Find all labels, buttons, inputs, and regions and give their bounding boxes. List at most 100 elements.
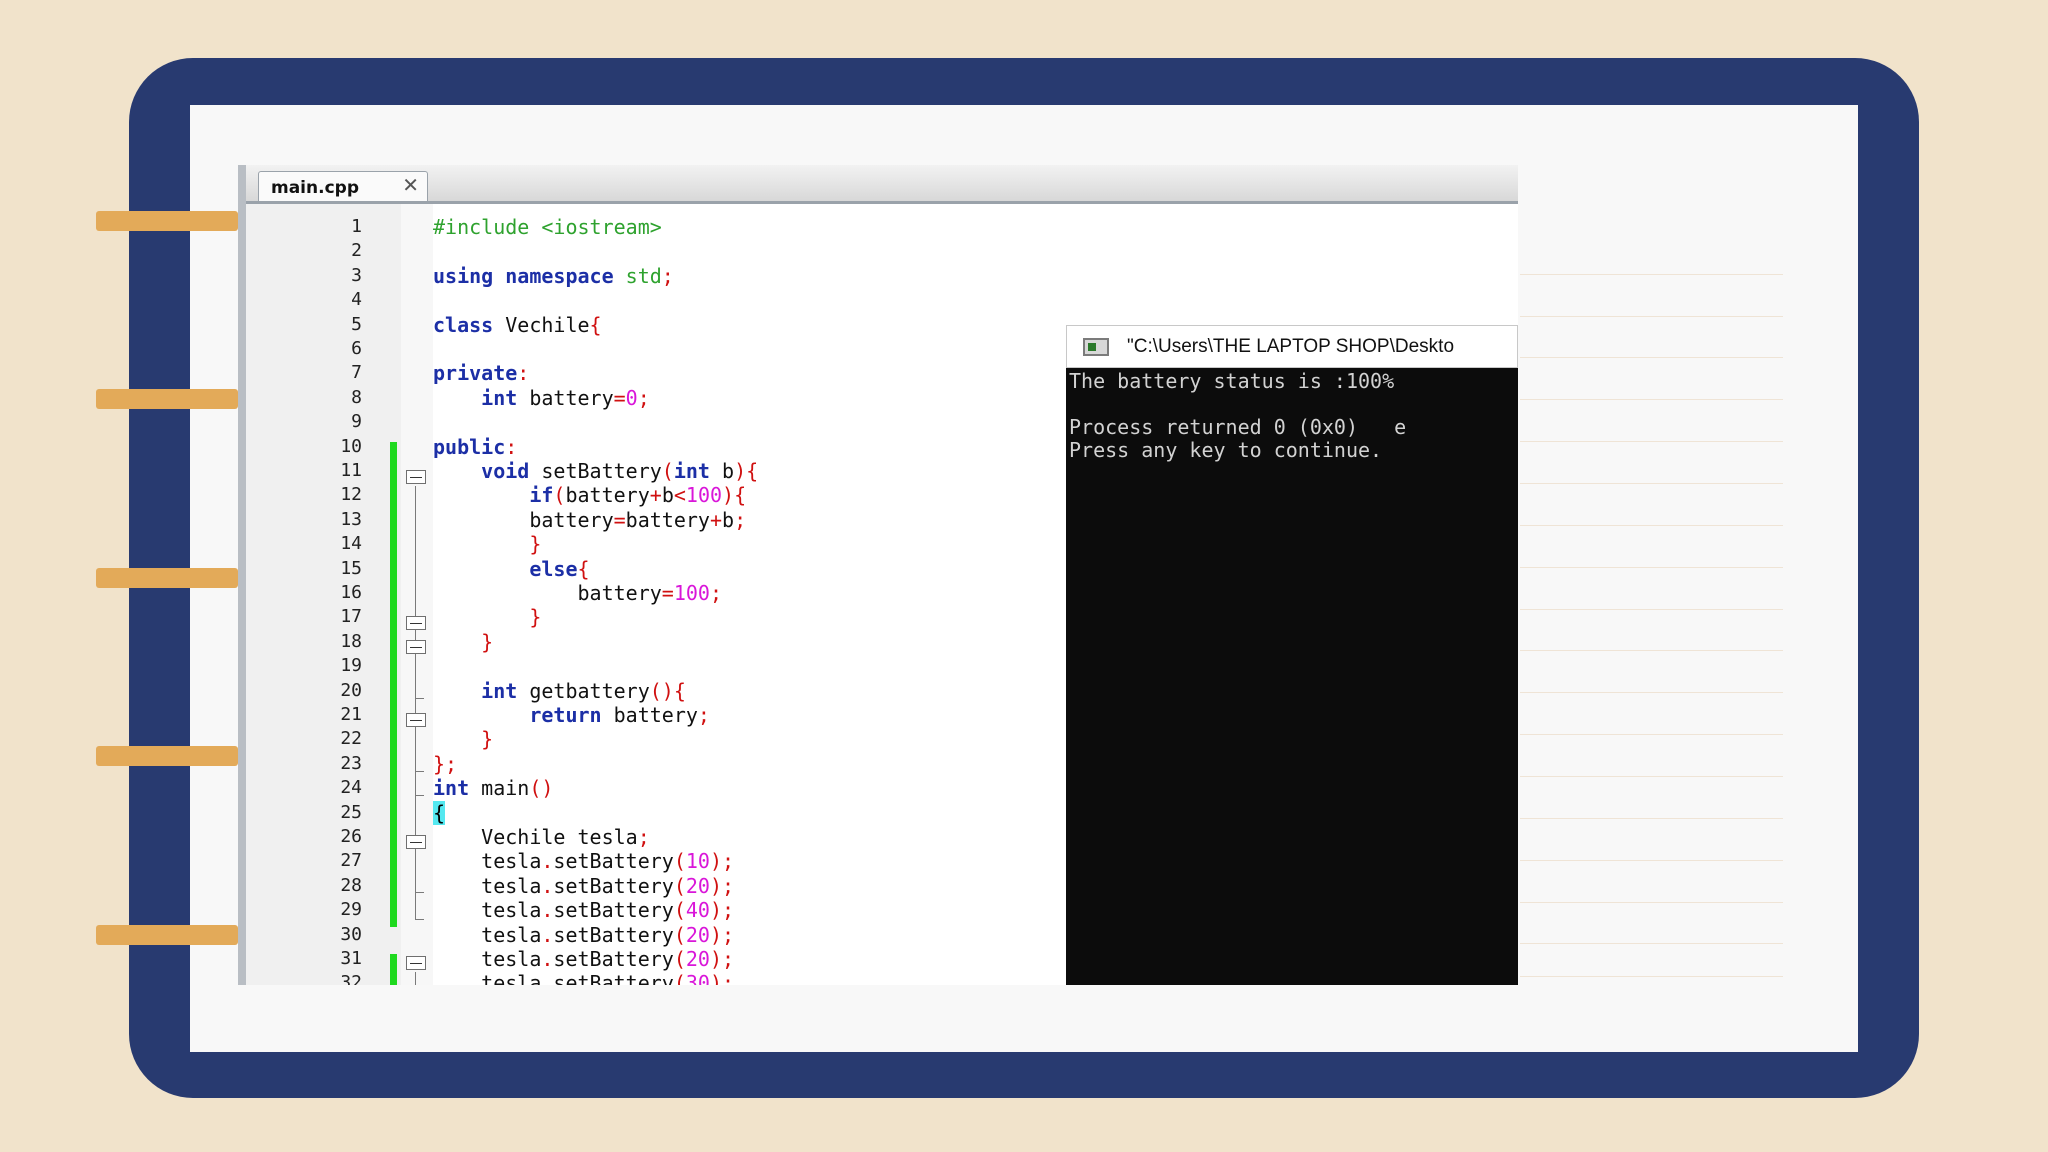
code-token: using namespace <box>433 263 614 288</box>
code-text: return battery; <box>433 703 710 727</box>
code-text: battery=100; <box>433 581 722 605</box>
binder-ring <box>96 561 244 595</box>
line-number: 18 <box>340 630 362 652</box>
code-text: tesla.setBattery(20); <box>433 874 734 898</box>
fold-toggle-icon[interactable] <box>406 470 426 484</box>
line-number: 12 <box>340 484 362 506</box>
paper-rule <box>1520 525 1783 526</box>
fold-guide-line <box>415 486 416 919</box>
line-number: 14 <box>340 533 362 555</box>
code-token: battery <box>433 581 662 605</box>
line-number: 24 <box>340 777 362 799</box>
binder-ring <box>96 918 244 952</box>
code-token: = <box>661 581 674 605</box>
code-token: 10 <box>685 849 710 874</box>
line-number: 11 <box>340 460 362 481</box>
code-token: b <box>661 483 674 508</box>
fold-end-tick <box>415 698 424 699</box>
code-text: if(battery+b<100){ <box>433 483 746 507</box>
paper-rule <box>1520 943 1783 944</box>
code-token: tesla <box>433 898 542 923</box>
code-text: battery=battery+b; <box>433 508 746 532</box>
line-number: 6 <box>351 338 362 359</box>
paper-rule <box>1520 650 1783 651</box>
line-number: 9 <box>351 411 362 433</box>
editor-left-border <box>238 165 246 985</box>
console-title: "C:\Users\THE LAPTOP SHOP\Deskto <box>1127 336 1455 357</box>
console-window[interactable]: "C:\Users\THE LAPTOP SHOP\Deskto The bat… <box>1066 325 1518 985</box>
line-number: 25 <box>340 801 362 823</box>
code-token: if <box>529 483 554 508</box>
code-token: setBattery <box>553 873 674 898</box>
code-token: battery <box>565 483 650 508</box>
code-text: { <box>433 800 446 825</box>
code-token: b <box>709 459 735 483</box>
line-number: 16 <box>340 582 362 603</box>
code-token: () <box>529 776 554 801</box>
code-token: . <box>541 947 554 971</box>
console-title-bar[interactable]: "C:\Users\THE LAPTOP SHOP\Deskto <box>1066 325 1518 368</box>
code-token: tesla <box>433 849 542 874</box>
paper-rule <box>1520 399 1783 400</box>
code-text: } <box>433 532 541 556</box>
line-number: 3 <box>351 264 362 286</box>
code-token: setBattery <box>553 849 674 874</box>
code-token: 100 <box>685 483 723 508</box>
fold-toggle-icon[interactable] <box>406 713 426 727</box>
code-text: } <box>433 630 493 654</box>
code-text: }; <box>433 752 457 776</box>
paper-rule <box>1520 860 1783 861</box>
line-number: 10 <box>340 435 362 457</box>
code-text: int battery=0; <box>433 386 650 410</box>
code-token: ( <box>673 947 686 971</box>
console-output-line: Process returned 0 (0x0) e <box>1069 415 1407 439</box>
tab-main-cpp[interactable]: main.cpp ✕ <box>258 171 428 201</box>
code-token: void <box>481 459 530 483</box>
code-token: } <box>481 727 494 752</box>
code-token: { <box>433 800 446 825</box>
code-token: ); <box>709 922 735 947</box>
code-text: tesla.setBattery(40); <box>433 898 734 922</box>
line-number: 17 <box>340 606 362 628</box>
code-token: else <box>529 556 578 581</box>
code-text: using namespace std; <box>433 264 674 288</box>
code-token: < <box>673 483 686 508</box>
fold-margin <box>401 204 433 985</box>
code-token: ); <box>709 947 735 971</box>
code-token: b <box>722 507 735 532</box>
code-token: tesla <box>433 873 542 898</box>
code-text: tesla.setBattery(30); <box>433 971 734 985</box>
fold-toggle-icon[interactable] <box>406 616 426 630</box>
code-token: int <box>433 776 470 801</box>
code-token: ( <box>661 459 674 483</box>
code-token: int <box>673 459 710 483</box>
code-token: . <box>541 922 554 947</box>
fold-end-tick <box>415 919 424 920</box>
editor-tab-bar <box>238 165 1518 204</box>
code-token: ){ <box>734 459 759 483</box>
code-token: battery <box>601 703 698 727</box>
code-token: ; <box>637 825 650 849</box>
paper-rule <box>1520 902 1783 903</box>
code-token: Vechile <box>493 312 590 337</box>
code-text: public: <box>433 435 517 459</box>
code-token: ; <box>734 507 747 532</box>
fold-toggle-icon[interactable] <box>406 640 426 654</box>
fold-toggle-icon[interactable] <box>406 835 426 849</box>
line-number: 1 <box>351 216 362 237</box>
code-token: 20 <box>685 947 710 971</box>
code-token: . <box>541 898 554 923</box>
code-token: } <box>481 629 494 654</box>
fold-toggle-icon[interactable] <box>406 956 426 970</box>
code-token: Vechile tesla <box>433 825 638 849</box>
close-icon[interactable]: ✕ <box>402 174 419 198</box>
code-token: ( <box>673 971 686 985</box>
line-number: 21 <box>340 704 362 725</box>
code-token: 40 <box>685 898 710 923</box>
fold-end-tick <box>415 795 424 796</box>
code-token: ( <box>673 922 686 947</box>
